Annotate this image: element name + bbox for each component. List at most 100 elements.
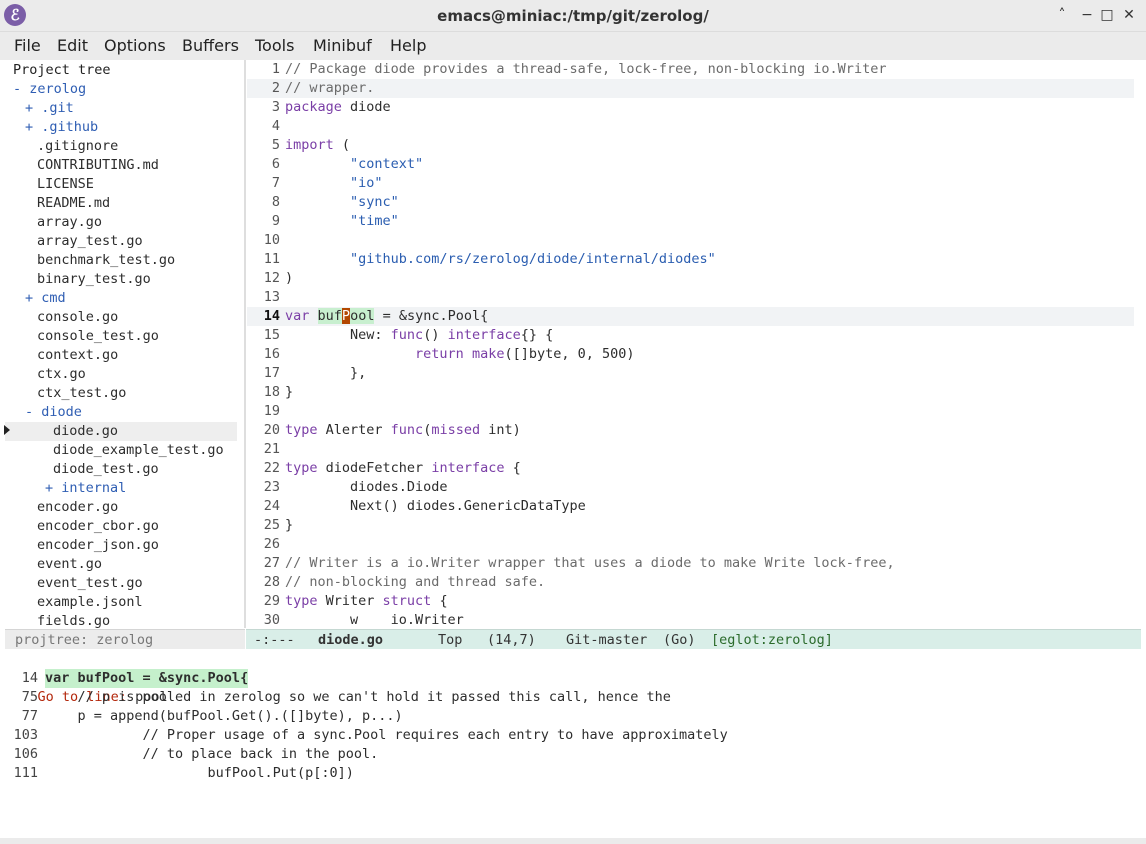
minibuffer-candidate[interactable]: 111 bufPool.Put(p[:0]) xyxy=(5,764,1141,783)
close-button[interactable]: ✕ xyxy=(1120,7,1138,23)
tree-directory[interactable]: + internal xyxy=(5,479,237,498)
tree-file[interactable]: encoder_cbor.go xyxy=(5,517,237,536)
minimize-button[interactable]: − xyxy=(1078,7,1096,23)
code-token: // Package diode provides a thread-safe,… xyxy=(285,61,887,77)
menu-help[interactable]: Help xyxy=(390,36,426,55)
shade-window-button[interactable]: ˄ xyxy=(1053,7,1071,23)
code-line[interactable]: 23 diodes.Diode xyxy=(247,478,1134,497)
code-line[interactable]: 21 xyxy=(247,440,1134,459)
code-line[interactable]: 28 // non-blocking and thread safe. xyxy=(247,573,1134,592)
modeline-vc[interactable]: Git-master xyxy=(566,630,647,650)
code-text: var bufPool = &sync.Pool{ xyxy=(285,307,488,326)
tree-file[interactable]: context.go xyxy=(5,346,237,365)
code-line[interactable]: 3 package diode xyxy=(247,98,1134,117)
tree-file[interactable]: encoder_json.go xyxy=(5,536,237,555)
minibuffer-candidate[interactable]: 75 // p is pooled in zerolog so we can't… xyxy=(5,688,1141,707)
code-line[interactable]: 7 "io" xyxy=(247,174,1134,193)
code-line[interactable]: 1 // Package diode provides a thread-safe… xyxy=(247,60,1134,79)
tree-file[interactable]: LICENSE xyxy=(5,175,237,194)
line-number: 1 xyxy=(271,61,280,77)
code-text: package diode xyxy=(285,98,391,117)
code-line[interactable]: 29 type Writer struct { xyxy=(247,592,1134,611)
minibuffer-candidate[interactable]: 14 var bufPool = &sync.Pool{ xyxy=(5,669,1141,688)
tree-file[interactable]: example.jsonl xyxy=(5,593,237,612)
line-number: 13 xyxy=(263,289,280,305)
code-token: // Writer is a io.Writer wrapper that us… xyxy=(285,555,895,571)
code-line[interactable]: 19 xyxy=(247,402,1134,421)
menu-edit[interactable]: Edit xyxy=(57,36,88,55)
code-line[interactable]: 22 type diodeFetcher interface { xyxy=(247,459,1134,478)
menu-options[interactable]: Options xyxy=(104,36,166,55)
code-line[interactable]: 24 Next() diodes.GenericDataType xyxy=(247,497,1134,516)
maximize-button[interactable]: □ xyxy=(1098,7,1116,23)
menu-file[interactable]: File xyxy=(14,36,41,55)
editor-mode-line[interactable]: -:--- diode.go Top (14,7) Git-master (Go… xyxy=(246,629,1141,649)
tree-file[interactable]: event.go xyxy=(5,555,237,574)
code-line[interactable]: 14 var bufPool = &sync.Pool{ xyxy=(247,307,1134,326)
code-line[interactable]: 16 return make([]byte, 0, 500) xyxy=(247,345,1134,364)
menu-tools[interactable]: Tools xyxy=(255,36,294,55)
minibuffer-candidate[interactable]: 103 // Proper usage of a sync.Pool requi… xyxy=(5,726,1141,745)
editor-pane[interactable]: 1 // Package diode provides a thread-safe… xyxy=(247,60,1134,628)
code-line[interactable]: 10 xyxy=(247,231,1134,250)
tree-file[interactable]: binary_test.go xyxy=(5,270,237,289)
minibuffer-candidate[interactable]: 106 // to place back in the pool. xyxy=(5,745,1141,764)
code-token: ([]byte, 0, 500) xyxy=(504,346,635,362)
code-line[interactable]: 11 "github.com/rs/zerolog/diode/internal… xyxy=(247,250,1134,269)
tree-file[interactable]: ctx.go xyxy=(5,365,237,384)
tree-file[interactable]: console.go xyxy=(5,308,237,327)
tree-file[interactable]: event_test.go xyxy=(5,574,237,593)
tree-file[interactable]: array_test.go xyxy=(5,232,237,251)
modeline-eglot[interactable]: [eglot:zerolog] xyxy=(711,630,833,650)
tree-directory[interactable]: - zerolog xyxy=(5,80,237,99)
tree-directory[interactable]: + .github xyxy=(5,118,237,137)
tree-file[interactable]: array.go xyxy=(5,213,237,232)
code-line[interactable]: 30 w io.Writer xyxy=(247,611,1134,628)
tree-file[interactable]: encoder.go xyxy=(5,498,237,517)
menu-minibuf[interactable]: Minibuf xyxy=(313,36,372,55)
code-token: func xyxy=(390,422,424,438)
code-token: w io.Writer xyxy=(285,612,464,628)
modeline-buffer-name[interactable]: diode.go xyxy=(318,630,383,650)
code-line[interactable]: 17 }, xyxy=(247,364,1134,383)
tree-mode-line[interactable]: projtree: zerolog xyxy=(5,629,245,649)
code-line[interactable]: 20 type Alerter func(missed int) xyxy=(247,421,1134,440)
code-line[interactable]: 27 // Writer is a io.Writer wrapper that … xyxy=(247,554,1134,573)
minibuffer-prompt-line[interactable]: 1/6 Go to line: pool xyxy=(5,650,1141,705)
minibuffer[interactable]: 1/6 Go to line: pool 14 var bufPool = &sy… xyxy=(5,650,1141,838)
code-line[interactable]: 4 xyxy=(247,117,1134,136)
line-number: 12 xyxy=(263,270,280,286)
code-line[interactable]: 12) xyxy=(247,269,1134,288)
window-divider[interactable] xyxy=(244,60,246,628)
tree-file[interactable]: diode_test.go xyxy=(5,460,237,479)
code-text: type Writer struct { xyxy=(285,592,448,611)
tree-file[interactable]: diode_example_test.go xyxy=(5,441,237,460)
menu-buffers[interactable]: Buffers xyxy=(182,36,239,55)
code-line[interactable]: 6 "context" xyxy=(247,155,1134,174)
tree-directory[interactable]: + .git xyxy=(5,99,237,118)
tree-directory[interactable]: - diode xyxy=(5,403,237,422)
tree-file[interactable]: CONTRIBUTING.md xyxy=(5,156,237,175)
tree-file[interactable]: console_test.go xyxy=(5,327,237,346)
code-line[interactable]: 13 xyxy=(247,288,1134,307)
code-line[interactable]: 18} xyxy=(247,383,1134,402)
code-line[interactable]: 15 New: func() interface{} { xyxy=(247,326,1134,345)
tree-file[interactable]: benchmark_test.go xyxy=(5,251,237,270)
tree-file[interactable]: ctx_test.go xyxy=(5,384,237,403)
code-line[interactable]: 5 import ( xyxy=(247,136,1134,155)
tree-directory[interactable]: + cmd xyxy=(5,289,237,308)
code-line[interactable]: 26 xyxy=(247,535,1134,554)
tree-file[interactable]: fields.go xyxy=(5,612,237,628)
tree-file[interactable]: .gitignore xyxy=(5,137,237,156)
modeline-major-mode[interactable]: (Go) xyxy=(663,630,696,650)
code-token: = &sync.Pool{ xyxy=(374,308,489,324)
minibuffer-candidate[interactable]: 77 p = append(bufPool.Get().([]byte), p.… xyxy=(5,707,1141,726)
tree-file[interactable]: README.md xyxy=(5,194,237,213)
tree-file[interactable]: diode.go xyxy=(5,422,237,441)
code-line[interactable]: 2 // wrapper. xyxy=(247,79,1134,98)
code-line[interactable]: 9 "time" xyxy=(247,212,1134,231)
candidate-text: // p is pooled in zerolog so we can't ho… xyxy=(45,689,671,705)
code-line[interactable]: 8 "sync" xyxy=(247,193,1134,212)
code-line[interactable]: 25} xyxy=(247,516,1134,535)
project-tree-pane[interactable]: Project tree - zerolog + .git + .github .gi… xyxy=(5,60,245,628)
